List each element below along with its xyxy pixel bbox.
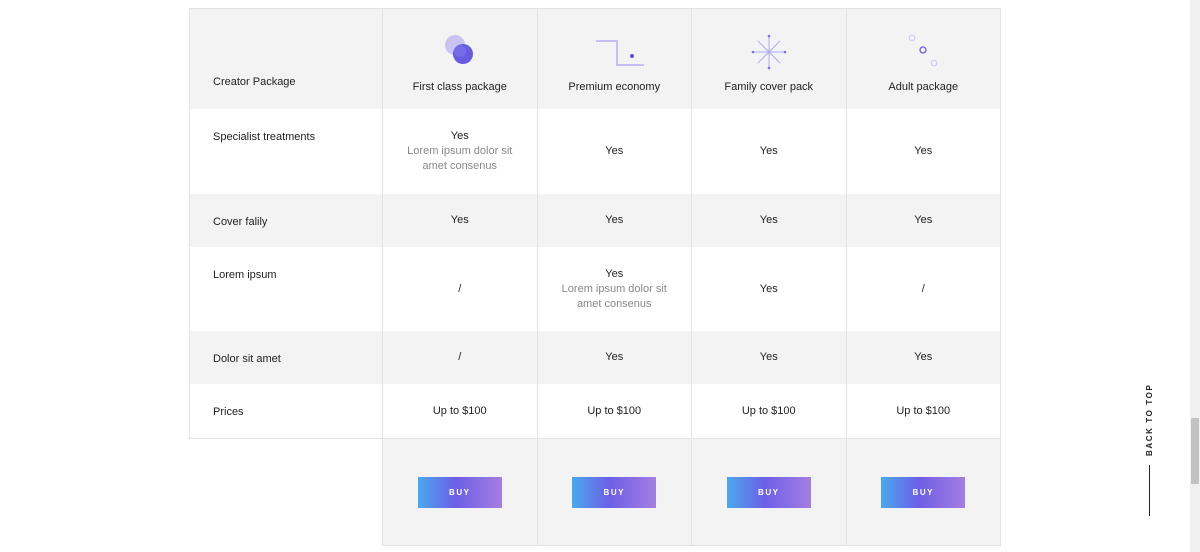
back-to-top-line [1149, 465, 1150, 516]
price-value: Up to $100 [587, 404, 642, 417]
starburst-icon [749, 34, 789, 72]
overlapping-circles-icon [440, 34, 480, 72]
cell-value: Yes [605, 214, 624, 226]
cell-value: Yes [759, 214, 778, 226]
table-cell: / [847, 247, 1001, 331]
cell-value: Yes [759, 282, 778, 295]
table-cell: / [383, 331, 538, 384]
cell-value: Yes [914, 351, 933, 363]
cell-value: Yes [759, 351, 778, 363]
table-cell: / [383, 247, 538, 331]
cell-note: Lorem ipsum dolor sit amet consenus [407, 145, 513, 172]
scrollbar-thumb[interactable] [1191, 418, 1199, 484]
cell-value: / [458, 351, 462, 363]
buy-button-first-class[interactable]: BUY [417, 476, 502, 508]
cell-value: Yes [605, 351, 624, 363]
table-cell: Yes [692, 109, 847, 194]
table-cell: Yes [538, 109, 692, 194]
plan-header-adult: Adult package [847, 9, 1001, 109]
table-cell: BUY [846, 439, 1001, 546]
cell-value: Yes [450, 214, 469, 226]
price-value: Up to $100 [896, 404, 951, 417]
plan-name: Adult package [888, 81, 959, 93]
table-row: Dolor sit amet / Yes Yes Yes [189, 331, 1001, 384]
table-cell: Up to $100 [847, 384, 1001, 438]
table-cell: BUY [692, 439, 847, 546]
cell-note: Lorem ipsum dolor sit amet consenus [561, 282, 667, 310]
row-label: Prices [189, 384, 383, 438]
table-cell: BUY [537, 439, 692, 546]
step-line-dot-icon [594, 34, 645, 72]
cell-value: / [458, 282, 462, 295]
buy-button-adult[interactable]: BUY [881, 476, 966, 508]
table-cell: BUY [383, 439, 538, 546]
table-row: Cover falily Yes Yes Yes Yes [189, 194, 1001, 247]
price-value: Up to $100 [432, 404, 487, 417]
back-to-top-link[interactable]: BACK TO TOP [1141, 384, 1159, 520]
table-cell: Yes Lorem ipsum dolor sit amet consenus [383, 109, 538, 194]
price-value: Up to $100 [741, 404, 796, 417]
table-cell: Yes [692, 331, 847, 384]
table-cell: Up to $100 [538, 384, 692, 438]
table-cell: Yes [847, 331, 1001, 384]
cell-value: Yes [450, 130, 469, 142]
row-label: Dolor sit amet [189, 331, 383, 384]
cell-value: Yes [914, 145, 933, 157]
table-cell: Up to $100 [692, 384, 847, 438]
cell-value: Yes [914, 214, 933, 226]
table-header-row: Creator Package First class package Prem… [189, 8, 1001, 109]
row-label: Cover falily [189, 194, 383, 247]
table-cell: Up to $100 [383, 384, 538, 438]
plan-header-premium-economy: Premium economy [538, 9, 692, 109]
plan-name: Family cover pack [724, 81, 814, 93]
plan-header-family-cover: Family cover pack [692, 9, 847, 109]
plan-header-first-class: First class package [383, 9, 538, 109]
plan-name: Premium economy [568, 81, 661, 93]
table-cell: Yes [692, 247, 847, 331]
table-row: Specialist treatments Yes Lorem ipsum do… [189, 109, 1001, 194]
table-cell: Yes [692, 194, 847, 247]
table-cell: Yes [847, 109, 1001, 194]
buy-row: BUY BUY BUY BUY [189, 439, 1001, 546]
cell-value: / [921, 282, 925, 295]
row-label: Lorem ipsum [189, 247, 383, 331]
buy-button-family-cover[interactable]: BUY [726, 476, 811, 508]
table-cell: Yes [847, 194, 1001, 247]
back-to-top-label: BACK TO TOP [1145, 383, 1154, 456]
diagonal-dots-icon [903, 34, 943, 72]
row-label: Specialist treatments [189, 109, 383, 194]
table-cell: Yes [538, 331, 692, 384]
header-label: Creator Package [189, 9, 383, 109]
plan-name: First class package [412, 81, 507, 93]
pricing-table: Creator Package First class package Prem… [189, 8, 1001, 546]
table-row: Lorem ipsum / Yes Lorem ipsum dolor sit … [189, 247, 1001, 331]
buy-row-spacer [189, 439, 383, 546]
cell-value: Yes [605, 267, 624, 280]
cell-value: Yes [759, 145, 778, 157]
table-cell: Yes [383, 194, 538, 247]
cell-value: Yes [605, 145, 624, 157]
buy-button-premium-economy[interactable]: BUY [572, 476, 657, 508]
table-cell: Yes Lorem ipsum dolor sit amet consenus [538, 247, 692, 331]
table-cell: Yes [538, 194, 692, 247]
table-row: Prices Up to $100 Up to $100 Up to $100 … [189, 384, 1001, 439]
